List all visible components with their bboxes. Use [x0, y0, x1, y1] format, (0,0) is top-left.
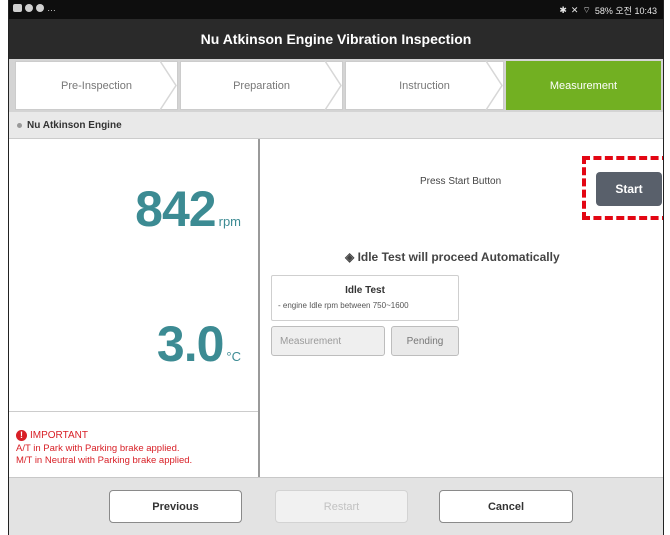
restart-button[interactable]: Restart [275, 490, 408, 523]
rpm-unit: rpm [218, 214, 241, 229]
press-start-instruction: Press Start Button [420, 176, 502, 187]
wifi-icon: ⌔ [582, 5, 591, 15]
cancel-button[interactable]: Cancel [439, 490, 573, 523]
alert-icon: ! [16, 430, 27, 441]
tab-label: Instruction [399, 79, 450, 92]
rpm-readout: 842 rpm [135, 180, 241, 238]
status-icons-right: ✱ ✕ ⌔ 58% 오전 10:43 [559, 4, 657, 17]
temperature-readout: 3.0 °C [157, 315, 241, 373]
chevron-right-icon [485, 61, 503, 110]
measurement-field: Measurement [271, 326, 385, 356]
tab-pre-inspection[interactable]: Pre-Inspection [15, 61, 178, 110]
important-line-1: A/T in Park with Parking brake applied. [16, 443, 180, 454]
start-button[interactable]: Start [596, 172, 662, 206]
more-dots-icon: … [47, 3, 56, 13]
temperature-value: 3.0 [156, 316, 225, 372]
bluetooth-icon: ✱ [559, 5, 567, 15]
page-title: Nu Atkinson Engine Vibration Inspection [9, 19, 663, 59]
app-icon [36, 4, 44, 12]
idle-test-title: Idle Test [345, 285, 385, 296]
tab-label: Preparation [233, 79, 290, 92]
status-badge: Pending [391, 326, 459, 356]
bullet-icon [17, 122, 22, 128]
important-notice: ! IMPORTANT A/T in Park with Parking bra… [9, 411, 258, 478]
step-navigation: Pre-Inspection Preparation Instruction M… [9, 59, 663, 112]
tab-label: Pre-Inspection [61, 79, 132, 92]
tab-instruction[interactable]: Instruction [345, 61, 504, 110]
important-title: IMPORTANT [30, 430, 88, 441]
camera-icon [25, 4, 33, 12]
measurement-panel: Press Start Button Start ◈ Idle Test wil… [260, 139, 663, 477]
bottom-bar: Previous Restart Cancel [9, 477, 663, 535]
rpm-value: 842 [135, 181, 216, 237]
status-time: 58% 오전 10:43 [594, 6, 657, 16]
status-icons-left: … [13, 3, 56, 13]
important-line-2: M/T in Neutral with Parking brake applie… [16, 455, 193, 466]
previous-button[interactable]: Previous [109, 490, 242, 523]
readings-panel: 842 rpm 3.0 °C ! IMPORTANT A/T in Park w… [9, 139, 260, 477]
mute-icon: ✕ [570, 5, 579, 15]
tab-label: Measurement [549, 79, 618, 92]
idle-test-description: - engine Idle rpm between 750~1600 [278, 301, 409, 310]
tab-measurement[interactable]: Measurement [506, 61, 661, 110]
section-title: Nu Atkinson Engine [27, 119, 122, 131]
status-bar: … ✱ ✕ ⌔ 58% 오전 10:43 [9, 0, 663, 19]
chevron-right-icon [324, 61, 342, 110]
section-header: Nu Atkinson Engine [9, 112, 663, 139]
temperature-unit: °C [226, 349, 241, 364]
important-title-row: ! IMPORTANT [16, 430, 88, 441]
auto-test-notice: ◈ Idle Test will proceed Automatically [345, 250, 560, 264]
app-window: … ✱ ✕ ⌔ 58% 오전 10:43 Nu Atkinson Engine … [8, 0, 664, 535]
tab-preparation[interactable]: Preparation [180, 61, 343, 110]
idle-test-card: Idle Test - engine Idle rpm between 750~… [271, 275, 459, 321]
notification-icon [13, 4, 22, 12]
chevron-right-icon [159, 61, 177, 110]
